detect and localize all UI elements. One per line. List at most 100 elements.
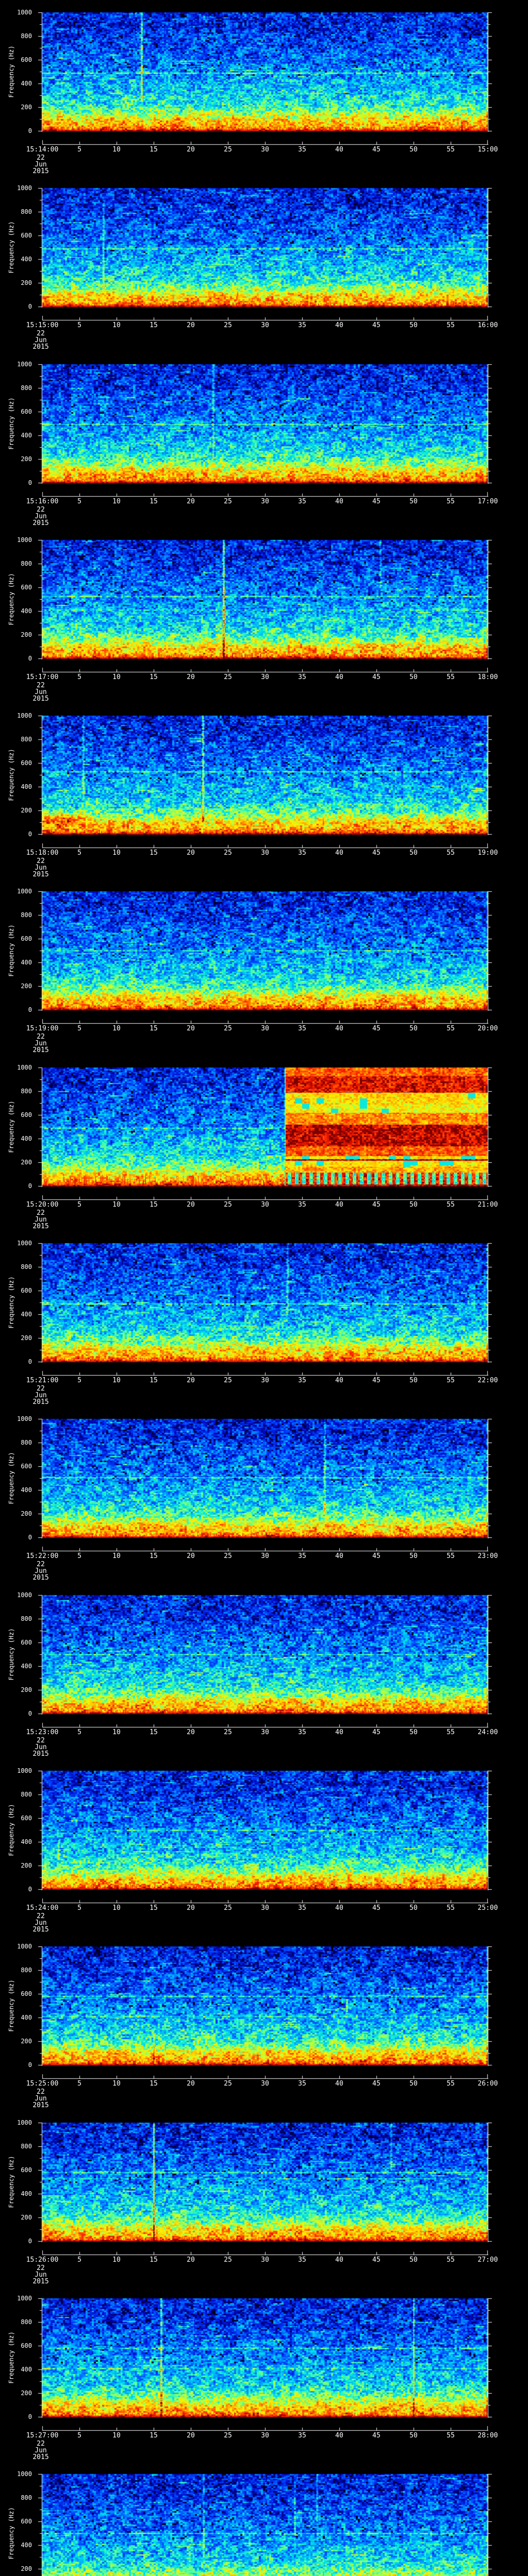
x-axis-tick-label: 55 xyxy=(447,146,455,154)
x-axis-tick-label: 25 xyxy=(224,1904,232,1912)
y-axis-tick-label: 200 xyxy=(21,1159,32,1166)
x-axis-tick-label: 20 xyxy=(187,498,195,505)
x-axis-tick-label: 50 xyxy=(409,1552,418,1560)
y-axis-tick-label: 600 xyxy=(21,2166,32,2174)
x-axis-tick-label: 40 xyxy=(335,2256,343,2264)
x-axis-tick-label: 35 xyxy=(298,498,306,505)
x-axis-tick-label: 40 xyxy=(335,2080,343,2088)
x-axis-end-time: 15:00 xyxy=(477,146,498,154)
y-axis-tick-label: 200 xyxy=(21,2565,32,2572)
x-axis-end-time: 19:00 xyxy=(477,849,498,857)
x-axis-tick-label: 5 xyxy=(77,1552,81,1560)
y-axis-tick-label: 400 xyxy=(21,783,32,790)
x-axis-tick-label: 30 xyxy=(261,2432,269,2439)
x-axis-tick-label: 10 xyxy=(112,321,121,329)
y-axis-tick-label: 200 xyxy=(21,1686,32,1693)
x-axis-start-time: 15:27:00 xyxy=(26,2432,59,2439)
x-axis-date-line: 2015 xyxy=(32,343,49,351)
y-axis-tick-label: 0 xyxy=(28,1358,32,1365)
y-axis-tick-label: 600 xyxy=(21,2518,32,2525)
y-axis-tick-label: 200 xyxy=(21,1334,32,1342)
y-axis-tick-label: 0 xyxy=(28,1710,32,1717)
x-axis-date-line: 2015 xyxy=(32,1046,49,1054)
x-axis-tick-label: 45 xyxy=(372,2432,381,2439)
x-axis-date-line: 2015 xyxy=(32,519,49,527)
y-axis-tick-label: 0 xyxy=(28,2061,32,2069)
x-axis-date-line: 2015 xyxy=(32,1574,49,1582)
y-axis-tick-label: 200 xyxy=(21,631,32,638)
y-axis-title: Frequency (Hz) xyxy=(8,1276,15,1329)
spectrogram-canvas xyxy=(0,2462,528,2576)
x-axis-tick-label: 30 xyxy=(261,1025,269,1032)
y-axis-tick-label: 600 xyxy=(21,935,32,942)
x-axis-tick-label: 40 xyxy=(335,849,343,857)
x-axis-tick-label: 40 xyxy=(335,1025,343,1032)
x-axis-date-line: 2015 xyxy=(32,1750,49,1758)
x-axis-tick-label: 15 xyxy=(150,321,158,329)
x-axis-tick-label: 10 xyxy=(112,1904,121,1912)
x-axis-tick-label: 50 xyxy=(409,849,418,857)
y-axis-tick-label: 800 xyxy=(21,2318,32,2326)
x-axis-tick-label: 5 xyxy=(77,498,81,505)
y-axis-tick-label: 400 xyxy=(21,2190,32,2197)
y-axis-tick-label: 200 xyxy=(21,982,32,990)
y-axis-tick-label: 400 xyxy=(21,1311,32,1318)
x-axis-tick-label: 35 xyxy=(298,673,306,681)
spectrogram-panel: Frequency (Hz) 15:14:00 15:00 0 200 400 600… xyxy=(0,0,528,176)
x-axis-start-time: 15:20:00 xyxy=(26,1201,59,1209)
y-axis-tick-label: 800 xyxy=(21,2494,32,2501)
y-axis-tick-label: 0 xyxy=(28,1182,32,1190)
y-axis-tick-label: 400 xyxy=(21,607,32,615)
x-axis-date-line: 2015 xyxy=(32,695,49,703)
y-axis-tick-label: 400 xyxy=(21,959,32,966)
x-axis-tick-label: 45 xyxy=(372,321,381,329)
y-axis-title: Frequency (Hz) xyxy=(8,221,15,274)
x-axis-tick-label: 25 xyxy=(224,849,232,857)
spectrogram-panel: Frequency (Hz) 15:20:00 21:00 0 200 400 600… xyxy=(0,1055,528,1231)
x-axis-tick-label: 55 xyxy=(447,1904,455,1912)
y-axis-tick-label: 600 xyxy=(21,2342,32,2349)
y-axis-tick-label: 600 xyxy=(21,759,32,767)
y-axis-title: Frequency (Hz) xyxy=(8,924,15,977)
spectrogram-panel: Frequency (Hz) 15:15:00 16:00 0 200 400 600… xyxy=(0,176,528,352)
spectrogram-panel: Frequency (Hz) 15:19:00 20:00 0 200 400 600… xyxy=(0,879,528,1055)
x-axis-tick-label: 5 xyxy=(77,849,81,857)
x-axis-start-time: 15:19:00 xyxy=(26,1025,59,1032)
x-axis-tick-label: 15 xyxy=(150,1377,158,1384)
y-axis-tick-label: 600 xyxy=(21,1639,32,1646)
x-axis-tick-label: 30 xyxy=(261,1377,269,1384)
x-axis-tick-label: 25 xyxy=(224,1201,232,1209)
y-axis-tick-label: 800 xyxy=(21,1615,32,1622)
y-axis-title: Frequency (Hz) xyxy=(8,1100,15,1153)
x-axis-tick-label: 25 xyxy=(224,2256,232,2264)
y-axis-tick-label: 800 xyxy=(21,1088,32,1095)
x-axis-tick-label: 10 xyxy=(112,1201,121,1209)
x-axis-tick-label: 20 xyxy=(187,1201,195,1209)
spectrogram-panel: Frequency (Hz) 15:27:00 28:00 0 200 400 600… xyxy=(0,2286,528,2462)
y-axis-tick-label: 800 xyxy=(21,384,32,392)
x-axis-tick-label: 20 xyxy=(187,2256,195,2264)
x-axis-tick-label: 5 xyxy=(77,673,81,681)
x-axis-tick-label: 35 xyxy=(298,849,306,857)
x-axis-end-time: 22:00 xyxy=(477,1377,498,1384)
y-axis-tick-label: 600 xyxy=(21,1815,32,1822)
x-axis-tick-label: 45 xyxy=(372,146,381,154)
x-axis-tick-label: 25 xyxy=(224,1025,232,1032)
x-axis-tick-label: 40 xyxy=(335,1377,343,1384)
x-axis-tick-label: 25 xyxy=(224,1728,232,1736)
x-axis-tick-label: 15 xyxy=(150,849,158,857)
x-axis-tick-label: 30 xyxy=(261,673,269,681)
y-axis-tick-label: 1000 xyxy=(17,712,32,719)
spectrogram-panel: Frequency (Hz) 15:16:00 17:00 0 200 400 600… xyxy=(0,352,528,528)
x-axis-end-time: 16:00 xyxy=(477,321,498,329)
x-axis-start-time: 15:16:00 xyxy=(26,498,59,505)
x-axis-tick-label: 30 xyxy=(261,498,269,505)
spectrogram-panel: Frequency (Hz) 15:28:00 29:00 0200400600… xyxy=(0,2462,528,2576)
x-axis-end-time: 26:00 xyxy=(477,2080,498,2088)
y-axis-tick-label: 0 xyxy=(28,479,32,486)
x-axis-tick-label: 55 xyxy=(447,1728,455,1736)
x-axis-tick-label: 50 xyxy=(409,498,418,505)
y-axis-title: Frequency (Hz) xyxy=(8,1979,15,2032)
x-axis-tick-label: 45 xyxy=(372,1904,381,1912)
x-axis-end-time: 28:00 xyxy=(477,2432,498,2439)
